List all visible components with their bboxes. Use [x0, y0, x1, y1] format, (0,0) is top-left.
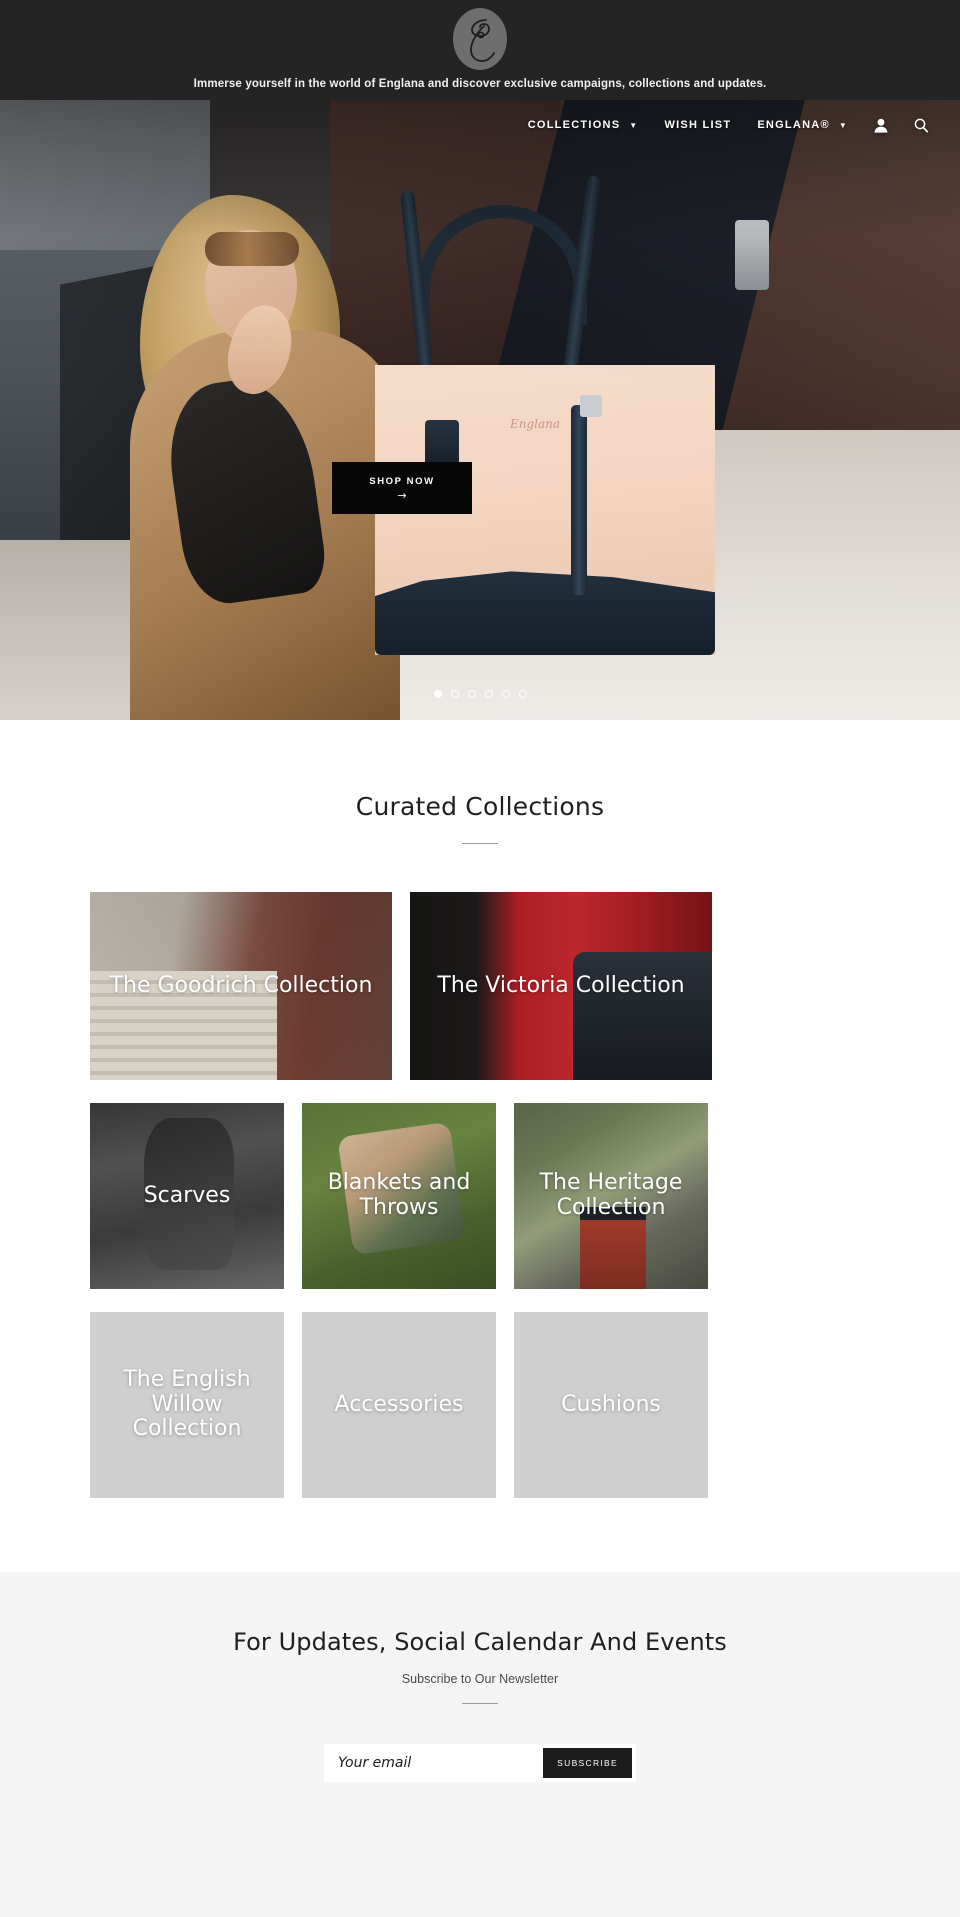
- collection-tile-cushions[interactable]: Cushions: [514, 1312, 708, 1498]
- main-navigation: COLLECTIONS ▼ WISH LIST ENGLANA® ▼: [0, 100, 960, 150]
- hero-carousel: Englana COLLECTIONS ▼ WISH LIST ENGLANA®…: [0, 100, 960, 720]
- shop-now-label: SHOP NOW: [369, 475, 435, 487]
- nav-label-collections: COLLECTIONS: [527, 119, 621, 131]
- newsletter-section: For Updates, Social Calendar And Events …: [0, 1572, 960, 1917]
- chevron-down-icon: ▼: [838, 121, 848, 130]
- title-divider: [462, 843, 498, 844]
- collection-tile-label: The English Willow Collection: [123, 1367, 251, 1442]
- carousel-dot-4[interactable]: [484, 690, 493, 698]
- account-icon[interactable]: [874, 118, 888, 133]
- page-title: Curated Collections: [355, 792, 605, 821]
- email-field[interactable]: [338, 1745, 544, 1781]
- carousel-dot-1[interactable]: [433, 690, 442, 698]
- newsletter-subtitle: Subscribe to Our Newsletter: [401, 1672, 559, 1686]
- collection-tile-accessories[interactable]: Accessories: [302, 1312, 496, 1498]
- nav-item-wish-list[interactable]: WISH LIST: [664, 119, 731, 131]
- search-icon[interactable]: [914, 118, 928, 133]
- collections-row-2: Scarves Blankets and Throws The Heritage…: [90, 1103, 870, 1289]
- collections-row-1: The Goodrich Collection The Victoria Col…: [90, 892, 870, 1080]
- carousel-pagination: [0, 690, 960, 698]
- collection-tile-label: The Goodrich Collection: [109, 972, 373, 998]
- shop-now-button[interactable]: SHOP NOW →: [332, 462, 472, 514]
- collection-tile-label: Scarves: [143, 1182, 231, 1208]
- nav-label-englana: ENGLANA®: [757, 119, 830, 131]
- carousel-dot-2[interactable]: [450, 690, 459, 698]
- carousel-dot-3[interactable]: [467, 690, 476, 698]
- chevron-down-icon: ▼: [629, 121, 639, 130]
- newsletter-divider: [462, 1703, 498, 1704]
- collection-tile-english-willow[interactable]: The English Willow Collection: [90, 1312, 284, 1498]
- collection-tile-heritage[interactable]: The Heritage Collection: [514, 1103, 708, 1289]
- nav-label-wish-list: WISH LIST: [664, 119, 732, 131]
- collections-row-3: The English Willow Collection Accessorie…: [90, 1312, 870, 1498]
- arrow-right-icon: →: [397, 488, 407, 502]
- newsletter-title: For Updates, Social Calendar And Events: [233, 1628, 727, 1656]
- collection-tile-label: Accessories: [334, 1391, 464, 1417]
- curated-collections-section: Curated Collections The Goodrich Collect…: [0, 720, 960, 1572]
- subscribe-button[interactable]: SUBSCRIBE: [543, 1748, 632, 1778]
- collection-tile-victoria[interactable]: The Victoria Collection: [410, 892, 712, 1080]
- carousel-dot-5[interactable]: [501, 690, 510, 698]
- carousel-dot-6[interactable]: [518, 690, 527, 698]
- collection-tile-label: The Victoria Collection: [437, 972, 685, 998]
- englana-monogram-logo[interactable]: [449, 5, 511, 73]
- collection-tile-goodrich[interactable]: The Goodrich Collection: [90, 892, 392, 1080]
- nav-item-englana[interactable]: ENGLANA® ▼: [757, 119, 848, 131]
- announcement-text: Immerse yourself in the world of Englana…: [193, 78, 767, 90]
- newsletter-form: SUBSCRIBE: [324, 1744, 636, 1782]
- collection-tile-blankets-and-throws[interactable]: Blankets and Throws: [302, 1103, 496, 1289]
- collection-tile-label: Cushions: [561, 1391, 661, 1417]
- collection-tile-label: Blankets and Throws: [327, 1170, 471, 1220]
- nav-item-collections[interactable]: COLLECTIONS ▼: [528, 119, 639, 131]
- collection-tile-label: The Heritage Collection: [539, 1170, 683, 1220]
- hero-overlay-gradient: [0, 100, 960, 720]
- top-announcement-bar: Immerse yourself in the world of Englana…: [0, 0, 960, 100]
- collection-tile-scarves[interactable]: Scarves: [90, 1103, 284, 1289]
- collections-grid: The Goodrich Collection The Victoria Col…: [90, 892, 870, 1498]
